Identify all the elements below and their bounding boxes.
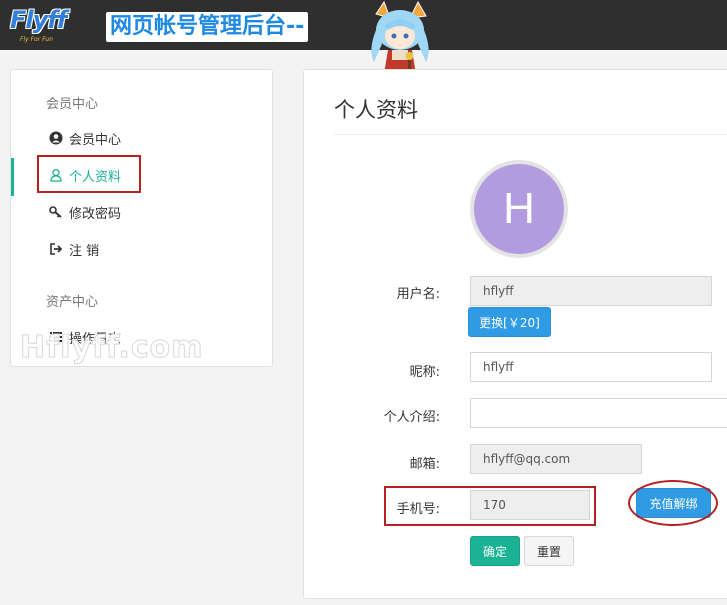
intro-label: 个人介绍: — [383, 410, 440, 425]
sidebar-item-profile[interactable]: 个人资料 — [49, 164, 121, 186]
sidebar-item-member-center[interactable]: 会员中心 — [49, 127, 121, 149]
intro-field[interactable] — [470, 398, 727, 428]
sidebar-item-change-password[interactable]: 修改密码 — [49, 201, 121, 223]
sidebar-section-assets: 资产中心 — [46, 295, 99, 310]
sign-out-icon — [50, 243, 63, 255]
sidebar-panel: 会员中心 会员中心 个人资料 修改密码 注 销 资产中心 操作日志 — [10, 69, 273, 367]
nickname-label: 昵称: — [409, 365, 440, 380]
avatar: H — [470, 160, 568, 258]
profile-panel: 个人资料 H 用户名: hflyff 更换[￥20] 昵称: hflyff 个人… — [303, 69, 727, 599]
sidebar-item-label: 注 销 — [69, 243, 100, 259]
sidebar-item-label: 修改密码 — [69, 206, 122, 222]
sidebar-section-member: 会员中心 — [46, 97, 99, 112]
sidebar-item-label: 个人资料 — [69, 169, 122, 185]
flyff-logo: Flyff Fly For Fun — [10, 6, 80, 46]
sidebar-item-logout[interactable]: 注 销 — [49, 238, 99, 260]
key-icon — [49, 206, 62, 218]
email-field: hflyff@qq.com — [470, 444, 642, 474]
page-title: 个人资料 — [334, 98, 418, 122]
watermark-text: Hflyff.com — [20, 330, 204, 366]
phone-field: 170 — [470, 490, 590, 520]
reset-button[interactable]: 重置 — [524, 536, 574, 566]
username-label: 用户名: — [396, 287, 440, 302]
nickname-field[interactable]: hflyff — [470, 352, 712, 382]
phone-label: 手机号: — [396, 502, 440, 517]
user-icon — [50, 168, 62, 182]
change-username-button[interactable]: 更换[￥20] — [468, 307, 551, 337]
title-divider — [334, 134, 727, 135]
banner-title: 网页帐号管理后台-- — [106, 12, 309, 42]
email-label: 邮箱: — [409, 457, 440, 472]
active-indicator — [11, 158, 14, 196]
confirm-button[interactable]: 确定 — [470, 536, 520, 566]
sidebar-item-label: 会员中心 — [69, 132, 122, 148]
logo-subtitle: Fly For Fun — [20, 36, 53, 43]
unbind-phone-button[interactable]: 充值解绑 — [636, 488, 711, 518]
user-circle-icon — [49, 131, 63, 145]
logo-text: Flyff — [10, 6, 67, 34]
avatar-letter: H — [503, 184, 535, 233]
username-field: hflyff — [470, 276, 712, 306]
